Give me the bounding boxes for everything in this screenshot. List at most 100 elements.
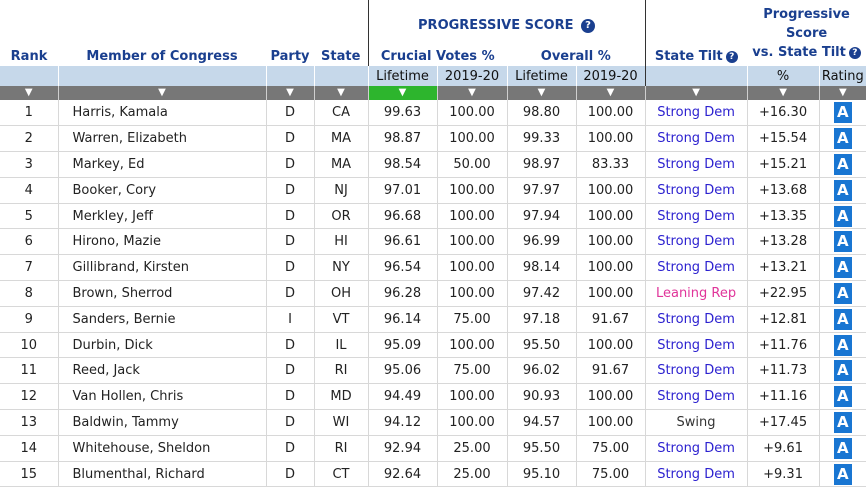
help-icon[interactable]: ? <box>848 46 861 59</box>
member-name[interactable]: Sanders, Bernie <box>57 306 266 333</box>
state-cell: NY <box>313 254 368 282</box>
table-row[interactable]: 2 Warren, Elizabeth D MA 98.87 100.00 99.33 100… <box>0 125 866 153</box>
sort-arrow-overall-2019-20[interactable]: ▼ <box>575 86 646 100</box>
overall-lifetime-cell: 95.50 <box>506 435 576 462</box>
sort-arrow-member[interactable]: ▼ <box>57 86 266 100</box>
sort-arrow-overall-lifetime[interactable]: ▼ <box>506 86 576 100</box>
overall-lifetime-cell: 95.10 <box>506 461 576 487</box>
grade-badge[interactable]: A <box>833 128 852 150</box>
member-name[interactable]: Booker, Cory <box>57 177 266 204</box>
subheader-pct[interactable]: % <box>746 66 820 86</box>
grade-badge[interactable]: A <box>833 334 852 356</box>
column-header-rank[interactable]: Rank <box>0 46 58 66</box>
table-row[interactable]: 4 Booker, Cory D NJ 97.01 100.00 97.97 100.00 St… <box>0 177 866 204</box>
crucial-2019-20-cell: 50.00 <box>436 151 507 178</box>
crucial-2019-20-cell: 100.00 <box>436 254 507 282</box>
member-name[interactable]: Hirono, Mazie <box>57 228 266 256</box>
overall-lifetime-cell: 96.99 <box>506 228 576 256</box>
state-tilt-cell: Strong Dem <box>644 100 748 127</box>
state-tilt-cell: Strong Dem <box>644 125 748 153</box>
rank-cell: 5 <box>0 203 58 230</box>
sort-arrow-state[interactable]: ▼ <box>313 86 368 100</box>
grade-badge[interactable]: A <box>833 282 852 304</box>
member-name[interactable]: Harris, Kamala <box>57 100 266 127</box>
grade-badge[interactable]: A <box>833 257 852 279</box>
subheader-overall-lifetime[interactable]: Lifetime <box>506 66 576 86</box>
grade-badge[interactable]: A <box>833 179 852 201</box>
grade-badge[interactable]: A <box>833 308 852 330</box>
sort-arrow-rank[interactable]: ▼ <box>0 86 58 100</box>
table-row[interactable]: 5 Merkley, Jeff D OR 96.68 100.00 97.94 100.00 S… <box>0 203 866 230</box>
table-row[interactable]: 7 Gillibrand, Kirsten D NY 96.54 100.00 98.14 1… <box>0 254 866 282</box>
column-header-member[interactable]: Member of Congress <box>58 46 266 66</box>
vs-tilt-line3: vs. State Tilt? <box>747 43 866 62</box>
state-tilt-cell: Strong Dem <box>644 306 748 333</box>
table-row[interactable]: 9 Sanders, Bernie I VT 96.14 75.00 97.18 91.67 S… <box>0 306 866 333</box>
subheader-rating[interactable]: Rating <box>818 66 866 86</box>
table-row[interactable]: 12 Van Hollen, Chris D MD 94.49 100.00 90.93 10… <box>0 383 866 411</box>
table-row[interactable]: 1 Harris, Kamala D CA 99.63 100.00 98.80 100.00… <box>0 100 866 127</box>
state-cell: MD <box>313 383 368 411</box>
overall-2019-20-cell: 100.00 <box>575 228 646 256</box>
sort-arrow-crucial-2019-20[interactable]: ▼ <box>436 86 507 100</box>
crucial-2019-20-cell: 100.00 <box>436 409 507 436</box>
grade-badge[interactable]: A <box>833 360 852 382</box>
help-icon[interactable]: ? <box>581 18 596 33</box>
rank-cell: 14 <box>0 435 58 462</box>
table-row[interactable]: 3 Markey, Ed D MA 98.54 50.00 98.97 83.33 Strong… <box>0 151 866 178</box>
column-header-crucial-votes[interactable]: Crucial Votes % <box>367 46 507 66</box>
column-header-overall[interactable]: Overall % <box>507 46 646 66</box>
member-name[interactable]: Brown, Sherrod <box>57 280 266 307</box>
member-name[interactable]: Reed, Jack <box>57 357 266 385</box>
table-row[interactable]: 14 Whitehouse, Sheldon D RI 92.94 25.00 95.50 7… <box>0 435 866 462</box>
grade-badge[interactable]: A <box>833 463 852 485</box>
column-header-state-tilt[interactable]: State Tilt? <box>645 46 747 66</box>
sort-arrow-rating[interactable]: ▼ <box>818 86 866 100</box>
subheader-overall-2019-20[interactable]: 2019-20 <box>575 66 646 86</box>
crucial-lifetime-cell: 95.09 <box>367 332 437 359</box>
member-name[interactable]: Durbin, Dick <box>57 332 266 359</box>
table-row[interactable]: 11 Reed, Jack D RI 95.06 75.00 96.02 91.67 Stron… <box>0 357 866 385</box>
sort-arrow-party[interactable]: ▼ <box>265 86 314 100</box>
help-icon[interactable]: ? <box>725 50 738 63</box>
grade-badge[interactable]: A <box>833 205 852 227</box>
state-cell: CA <box>313 100 368 127</box>
grade-badge[interactable]: A <box>833 437 852 459</box>
sort-arrow-state-tilt[interactable]: ▼ <box>644 86 748 100</box>
party-cell: D <box>265 409 314 436</box>
overall-lifetime-cell: 99.33 <box>506 125 576 153</box>
table-row[interactable]: 8 Brown, Sherrod D OH 96.28 100.00 97.42 100.00… <box>0 280 866 307</box>
sort-arrow-crucial-lifetime-active[interactable]: ▼ <box>367 86 437 100</box>
grade-badge[interactable]: A <box>833 102 852 124</box>
grade-badge[interactable]: A <box>833 231 852 253</box>
progressive-score-title: PROGRESSIVE SCORE <box>418 17 574 33</box>
subheader-crucial-lifetime[interactable]: Lifetime <box>367 66 437 86</box>
vs-tilt-header[interactable]: Progressive Score vs. State Tilt? <box>747 0 866 66</box>
crucial-lifetime-cell: 98.87 <box>367 125 437 153</box>
grade-badge[interactable]: A <box>833 411 852 433</box>
column-header-party[interactable]: Party <box>266 46 314 66</box>
table-row[interactable]: 13 Baldwin, Tammy D WI 94.12 100.00 94.57 100.0… <box>0 409 866 436</box>
vs-tilt-cell: +9.31 <box>746 461 820 487</box>
member-name[interactable]: Van Hollen, Chris <box>57 383 266 411</box>
sort-arrow-vs-tilt[interactable]: ▼ <box>746 86 820 100</box>
rating-cell: A <box>818 177 866 204</box>
state-tilt-cell: Swing <box>644 409 748 436</box>
crucial-lifetime-cell: 96.61 <box>367 228 437 256</box>
grade-badge[interactable]: A <box>833 386 852 408</box>
state-cell: CT <box>313 461 368 487</box>
member-name[interactable]: Blumenthal, Richard <box>57 461 266 487</box>
grade-badge[interactable]: A <box>833 153 852 175</box>
table-row[interactable]: 15 Blumenthal, Richard D CT 92.64 25.00 95.10 7… <box>0 461 866 487</box>
table-row[interactable]: 10 Durbin, Dick D IL 95.09 100.00 95.50 100.00 S… <box>0 332 866 359</box>
subheader-crucial-2019-20[interactable]: 2019-20 <box>436 66 507 86</box>
member-name[interactable]: Whitehouse, Sheldon <box>57 435 266 462</box>
member-name[interactable]: Baldwin, Tammy <box>57 409 266 436</box>
table-row[interactable]: 6 Hirono, Mazie D HI 96.61 100.00 96.99 100.00 S… <box>0 228 866 256</box>
member-name[interactable]: Merkley, Jeff <box>57 203 266 230</box>
overall-lifetime-cell: 98.80 <box>506 100 576 127</box>
member-name[interactable]: Gillibrand, Kirsten <box>57 254 266 282</box>
column-header-state[interactable]: State <box>314 46 368 66</box>
member-name[interactable]: Markey, Ed <box>57 151 266 178</box>
member-name[interactable]: Warren, Elizabeth <box>57 125 266 153</box>
